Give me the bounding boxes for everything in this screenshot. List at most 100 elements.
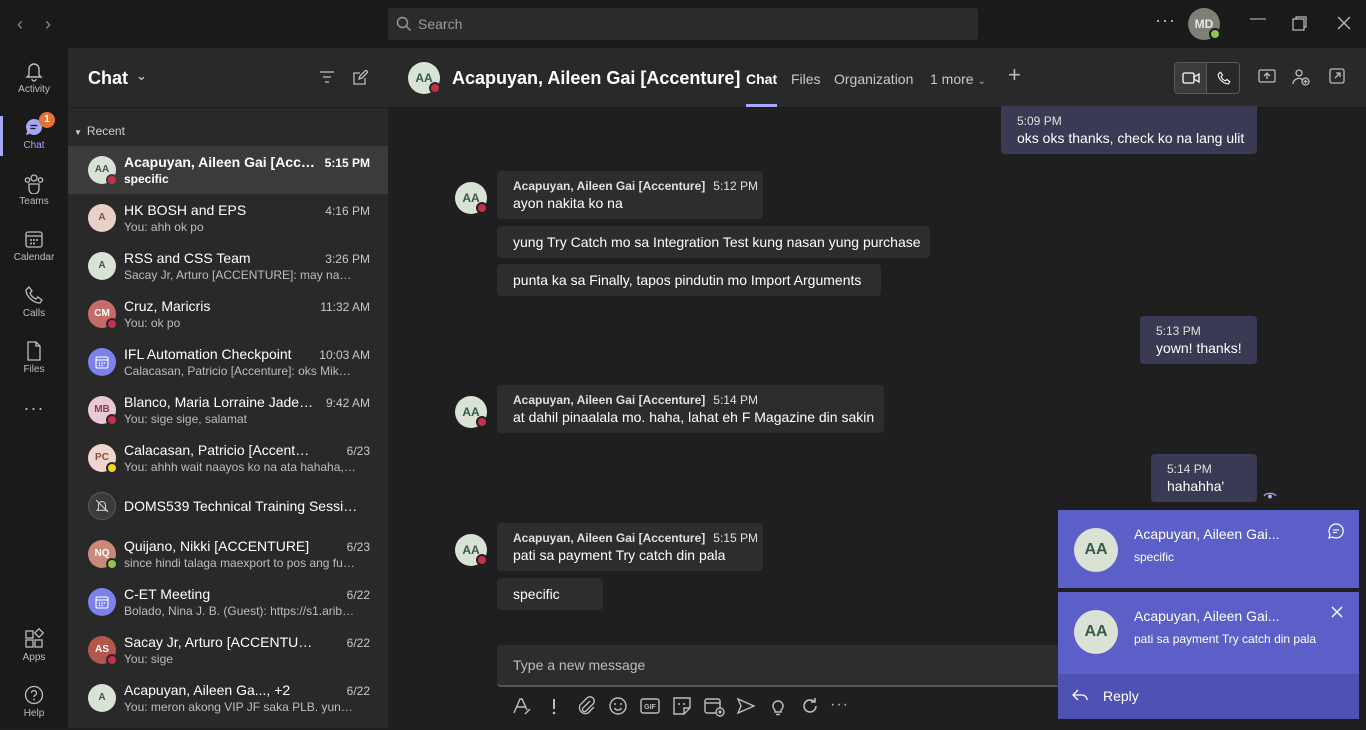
chat-list-item[interactable]: IFL Automation Checkpoint 10:03 AM Calac… <box>68 338 388 386</box>
chat-name: C-ET Meeting <box>124 586 211 602</box>
more-options-icon[interactable]: ··· <box>1155 10 1176 31</box>
close-icon[interactable] <box>1331 606 1343 618</box>
help-icon <box>24 685 44 705</box>
share-screen-icon[interactable] <box>1258 68 1276 84</box>
search-input[interactable]: Search <box>388 8 978 40</box>
tab-more[interactable]: 1 more ⌄ <box>930 71 986 87</box>
my-message[interactable]: 5:09 PM oks oks thanks, check ko na lang… <box>1001 106 1257 154</box>
rail-label-help: Help <box>23 708 45 719</box>
chat-name: Acapuyan, Aileen Gai [Accenture] <box>124 154 316 170</box>
message-time: 5:09 PM <box>1017 114 1062 128</box>
my-message[interactable]: 5:14 PM hahahha' <box>1151 454 1257 502</box>
chat-preview: You: ok po <box>124 316 181 330</box>
my-message[interactable]: 5:13 PM yown! thanks! <box>1140 316 1257 364</box>
rail-help[interactable]: Help <box>0 678 68 730</box>
notification-toast[interactable]: AA Acapuyan, Aileen Gai... pati sa payme… <box>1058 592 1359 719</box>
rail-activity[interactable]: Activity <box>0 54 68 106</box>
rail-chat[interactable]: Chat 1 <box>0 110 68 162</box>
filter-icon[interactable] <box>320 71 334 83</box>
rail-teams[interactable]: Teams <box>0 166 68 218</box>
presence-busy-icon <box>106 318 118 330</box>
recent-section-header[interactable]: ▼ Recent <box>74 124 125 138</box>
toast-avatar: AA <box>1074 610 1118 654</box>
tab-chat[interactable]: Chat <box>746 71 778 107</box>
group-avatar: A <box>88 684 116 712</box>
received-message[interactable]: yung Try Catch mo sa Integration Test ku… <box>497 226 930 258</box>
tab-files[interactable]: Files <box>791 71 821 87</box>
received-message[interactable]: punta ka sa Finally, tapos pindutin mo I… <box>497 264 881 296</box>
schedule-meeting-icon[interactable] <box>702 694 726 718</box>
reply-arrow-icon <box>1072 689 1088 701</box>
chat-list-item[interactable]: AS Sacay Jr, Arturo [ACCENTURE] 6/22 You… <box>68 626 388 674</box>
received-message[interactable]: Acapuyan, Aileen Gai [Accenture] 5:14 PM … <box>497 385 884 433</box>
chat-list-header: Chat ⌄ <box>68 48 388 108</box>
praise-icon[interactable] <box>766 694 790 718</box>
message-time: 5:13 PM <box>1156 324 1201 338</box>
chat-preview: You: meron akong VIP JF saka PLB. yung i… <box>124 700 356 714</box>
toast-preview: specific <box>1134 550 1175 564</box>
chat-list-item[interactable]: C-ET Meeting 6/22 Bolado, Nina J. B. (Gu… <box>68 578 388 626</box>
add-people-icon[interactable] <box>1292 68 1310 86</box>
video-camera-icon <box>1182 72 1200 84</box>
minimize-icon[interactable]: — <box>1250 10 1266 28</box>
maximize-icon[interactable] <box>1292 16 1307 31</box>
message-text: oks oks thanks, check ko na lang ulit <box>1017 130 1245 146</box>
format-icon[interactable] <box>510 694 534 718</box>
add-tab-icon[interactable]: + <box>1008 62 1021 88</box>
message-text: at dahil pinaalala mo. haha, lahat eh F … <box>513 409 875 425</box>
toast-preview: pati sa payment Try catch din pala <box>1134 632 1317 646</box>
sender-avatar[interactable]: AA <box>455 396 488 428</box>
chat-list-item[interactable]: PC Calacasan, Patricio [Accenture] 6/23 … <box>68 434 388 482</box>
rail-calls[interactable]: Calls <box>0 278 68 330</box>
message-sender: Acapuyan, Aileen Gai [Accenture] <box>513 179 706 193</box>
loop-icon[interactable] <box>798 694 822 718</box>
pop-out-icon[interactable] <box>1329 68 1345 84</box>
chat-time: 11:32 AM <box>320 300 370 314</box>
gif-icon[interactable]: GIF <box>638 694 662 718</box>
attach-icon[interactable] <box>574 694 598 718</box>
sender-avatar[interactable]: AA <box>455 534 488 566</box>
close-window-icon[interactable] <box>1337 16 1351 30</box>
presence-available-icon <box>1209 28 1221 40</box>
rail-files[interactable]: Files <box>0 334 68 386</box>
chat-list-item[interactable]: AA Acapuyan, Aileen Gai [Accenture] 5:15… <box>68 146 388 194</box>
chevron-down-icon[interactable]: ⌄ <box>136 68 147 84</box>
chat-list-item[interactable]: A HK BOSH and EPS 4:16 PM You: ahh ok po <box>68 194 388 242</box>
video-call-button[interactable] <box>1175 63 1207 93</box>
message-text: specific <box>513 586 560 602</box>
rail-calendar[interactable]: Calendar <box>0 222 68 274</box>
rail-label-calls: Calls <box>22 308 46 319</box>
received-message[interactable]: specific <box>497 578 603 610</box>
toast-avatar: AA <box>1074 528 1118 572</box>
sender-avatar[interactable]: AA <box>455 182 488 214</box>
back-arrow-icon[interactable]: ‹ <box>10 14 30 34</box>
notification-toast[interactable]: AA Acapuyan, Aileen Gai... specific <box>1058 510 1359 588</box>
sticker-icon[interactable] <box>670 694 694 718</box>
rail-more-apps-icon[interactable]: ··· <box>0 398 68 450</box>
chat-list-item[interactable]: A RSS and CSS Team 3:26 PM Sacay Jr, Art… <box>68 242 388 290</box>
rail-apps[interactable]: Apps <box>0 622 68 674</box>
rail-label-teams: Teams <box>19 196 49 207</box>
audio-call-button[interactable] <box>1208 63 1240 93</box>
chat-list-item[interactable]: DOMS539 Technical Training Session Discu… <box>68 482 388 530</box>
chat-list-item[interactable]: NQ Quijano, Nikki [ACCENTURE] 6/23 since… <box>68 530 388 578</box>
forward-arrow-icon[interactable]: › <box>38 14 58 34</box>
meeting-avatar <box>88 588 116 616</box>
more-tools-icon[interactable]: ··· <box>830 694 854 718</box>
chat-list-item[interactable]: A Acapuyan, Aileen Ga..., +2 6/22 You: m… <box>68 674 388 722</box>
chat-list-item[interactable]: MB Blanco, Maria Lorraine Jade [Accentur… <box>68 386 388 434</box>
emoji-icon[interactable] <box>606 694 630 718</box>
chat-list-title[interactable]: Chat <box>88 68 128 89</box>
received-message[interactable]: Acapuyan, Aileen Gai [Accenture] 5:12 PM … <box>497 171 763 219</box>
tab-organization[interactable]: Organization <box>834 71 913 87</box>
reply-button[interactable]: Reply <box>1058 674 1359 719</box>
chat-name: HK BOSH and EPS <box>124 202 247 218</box>
new-chat-icon[interactable] <box>353 70 368 85</box>
important-icon[interactable] <box>542 694 566 718</box>
chat-name: Blanco, Maria Lorraine Jade [Accenture] <box>124 394 316 410</box>
chat-preview: Calacasan, Patricio [Accenture]: oks Mik… <box>124 364 356 378</box>
search-icon <box>396 16 411 31</box>
received-message[interactable]: Acapuyan, Aileen Gai [Accenture] 5:15 PM … <box>497 523 763 571</box>
stream-icon[interactable] <box>734 694 758 718</box>
chat-list-item[interactable]: CM Cruz, Maricris 11:32 AM You: ok po <box>68 290 388 338</box>
